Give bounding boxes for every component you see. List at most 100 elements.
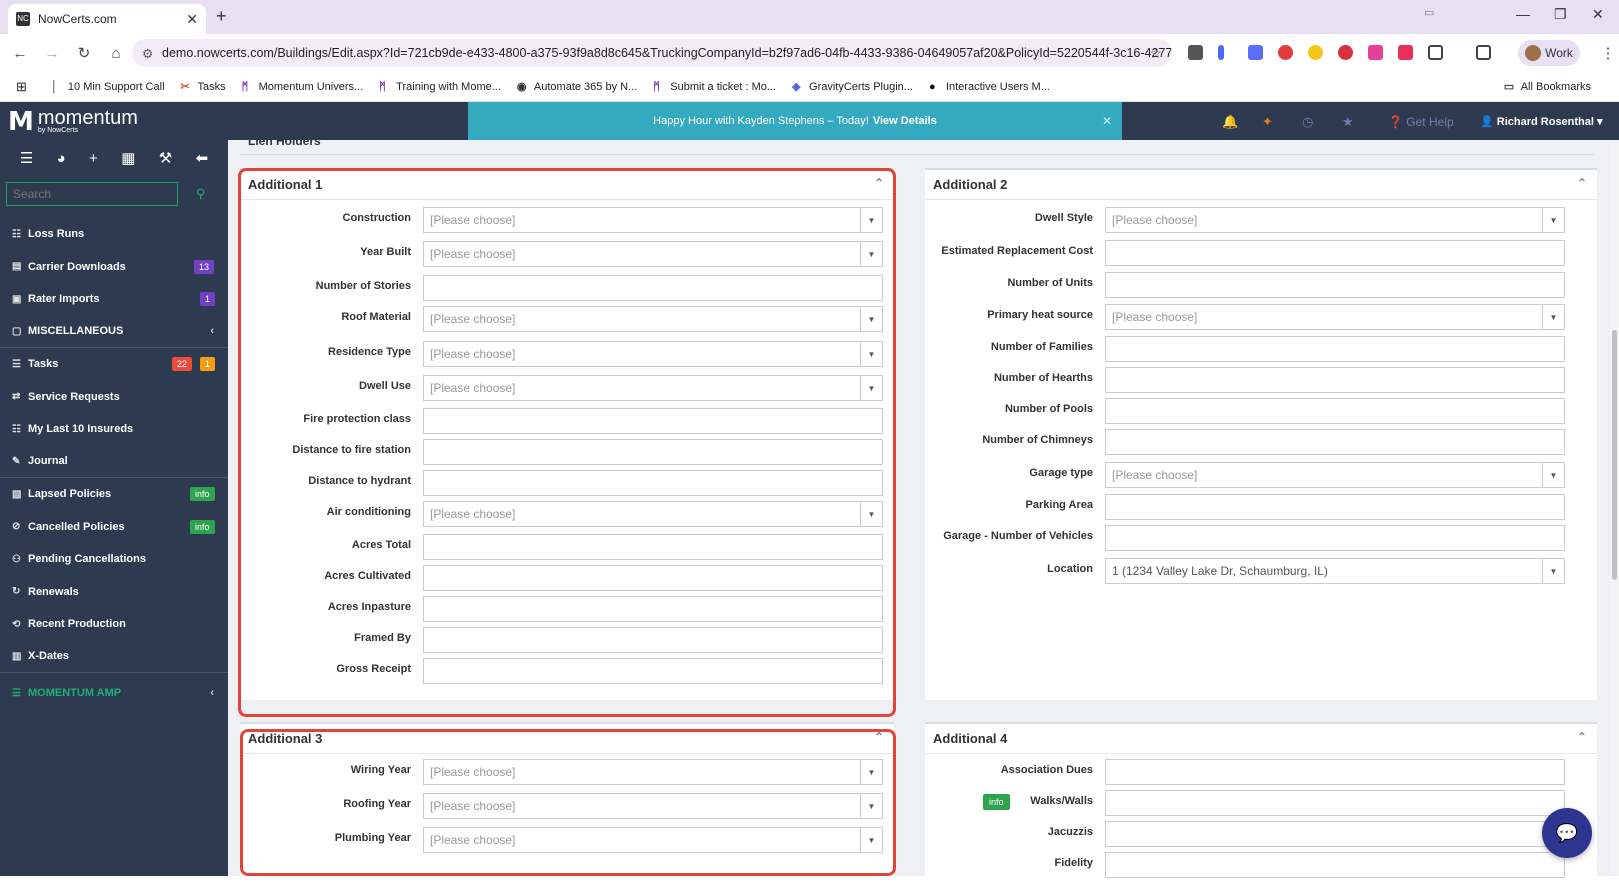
sidebar-item-cancelled-policies[interactable]: ⊘ Cancelled Policies info bbox=[0, 511, 228, 544]
year-built-select[interactable]: [Please choose] ▼ bbox=[423, 241, 883, 267]
roof-material-select[interactable]: [Please choose] ▼ bbox=[423, 306, 883, 332]
chevron-down-icon[interactable]: ▼ bbox=[860, 760, 882, 784]
construction-select[interactable]: [Please choose] ▼ bbox=[423, 207, 883, 233]
fidelity-input[interactable] bbox=[1105, 852, 1565, 878]
primary-heat-source-select[interactable]: [Please choose] ▼ bbox=[1105, 304, 1565, 330]
dwell-use-select[interactable]: [Please choose] ▼ bbox=[423, 375, 883, 401]
dashboard-icon[interactable]: ▦ bbox=[121, 149, 135, 167]
sidebar-item-my-last-10-insureds[interactable]: ☷ My Last 10 Insureds bbox=[0, 413, 228, 446]
chevron-down-icon[interactable]: ▼ bbox=[860, 208, 882, 232]
puzzle-icon[interactable] bbox=[1428, 45, 1443, 60]
chevron-down-icon[interactable]: ▼ bbox=[1542, 559, 1564, 583]
extension-icon[interactable] bbox=[1398, 45, 1413, 60]
search-input[interactable] bbox=[6, 182, 178, 206]
extension-icon[interactable] bbox=[1248, 45, 1263, 60]
sidebar-item-journal[interactable]: ✎ Journal bbox=[0, 446, 228, 478]
acres-cultivated-input[interactable] bbox=[423, 565, 883, 591]
magic-wand-icon[interactable]: ⚒ bbox=[159, 149, 172, 167]
close-tab-icon[interactable]: ✕ bbox=[186, 11, 198, 28]
bookmark-item[interactable]: ᛗ Training with Mome... bbox=[379, 81, 501, 93]
tab-search-icon[interactable]: ▭ bbox=[1424, 6, 1434, 19]
extension-icon[interactable] bbox=[1368, 45, 1383, 60]
clock-icon[interactable]: ◷ bbox=[1302, 114, 1313, 130]
search-icon[interactable]: ⚲ bbox=[196, 186, 206, 202]
bell-icon[interactable]: 🔔 bbox=[1222, 114, 1238, 130]
distance-to-fire-station-input[interactable] bbox=[423, 439, 883, 465]
chevron-down-icon[interactable]: ▼ bbox=[1542, 463, 1564, 487]
chevron-down-icon[interactable]: ▼ bbox=[860, 376, 882, 400]
restore-icon[interactable]: ❐ bbox=[1554, 6, 1567, 23]
back-icon[interactable]: ← bbox=[6, 45, 34, 62]
distance-to-hydrant-input[interactable] bbox=[423, 470, 883, 496]
hamburger-icon[interactable]: ☰ bbox=[20, 149, 33, 167]
association-dues-input[interactable] bbox=[1105, 759, 1565, 785]
sidebar-item-momentum-amp[interactable]: ☰ MOMENTUM AMP ‹ bbox=[0, 677, 228, 710]
close-banner-icon[interactable]: ✕ bbox=[1102, 114, 1112, 128]
chevron-down-icon[interactable]: ▼ bbox=[860, 307, 882, 331]
profile-button[interactable]: Work bbox=[1518, 40, 1580, 66]
chevron-up-icon[interactable]: ⌃ bbox=[874, 730, 884, 744]
bookmark-item[interactable]: ᛗ Submit a ticket : Mo... bbox=[653, 81, 776, 93]
scrollbar-thumb[interactable] bbox=[1612, 330, 1617, 580]
number-of-chimneys-input[interactable] bbox=[1105, 429, 1565, 455]
reload-icon[interactable]: ↻ bbox=[70, 44, 98, 62]
chevron-down-icon[interactable]: ▼ bbox=[860, 342, 882, 366]
number-of-units-input[interactable] bbox=[1105, 272, 1565, 298]
estimated-replacement-cost-input[interactable] bbox=[1105, 240, 1565, 266]
bookmark-star-icon[interactable]: ☆ bbox=[1149, 45, 1162, 62]
close-window-icon[interactable]: ✕ bbox=[1592, 6, 1604, 23]
sidebar-item-service-requests[interactable]: ⇄ Service Requests bbox=[0, 381, 228, 414]
chat-button[interactable]: 💬 bbox=[1542, 808, 1592, 858]
chevron-up-icon[interactable]: ⌃ bbox=[874, 176, 884, 190]
forward-icon[interactable]: → bbox=[38, 45, 66, 62]
chevron-down-icon[interactable]: ▼ bbox=[1542, 305, 1564, 329]
new-tab-icon[interactable]: + bbox=[216, 6, 227, 27]
chevron-up-icon[interactable]: ⌃ bbox=[1577, 176, 1587, 190]
minimize-icon[interactable]: — bbox=[1516, 6, 1530, 22]
extension-icon[interactable] bbox=[1338, 45, 1353, 60]
plumbing-year-select[interactable]: [Please choose] ▼ bbox=[423, 827, 883, 853]
garage-type-select[interactable]: [Please choose] ▼ bbox=[1105, 462, 1565, 488]
menu-icon[interactable]: ⋮ bbox=[1594, 44, 1619, 62]
bookmark-item[interactable]: ◉ Automate 365 by N... bbox=[517, 81, 637, 93]
sidebar-item-miscellaneous[interactable]: ▢ MISCELLANEOUS ‹ bbox=[0, 316, 228, 348]
garage-number-of-vehicles-input[interactable] bbox=[1105, 525, 1565, 551]
parking-area-input[interactable] bbox=[1105, 494, 1565, 520]
number-of-families-input[interactable] bbox=[1105, 336, 1565, 362]
all-bookmarks[interactable]: ▭ All Bookmarks bbox=[1504, 81, 1591, 93]
apps-grid-icon[interactable]: ⊞ bbox=[16, 79, 27, 95]
gross-receipt-input[interactable] bbox=[423, 658, 883, 684]
url-field[interactable]: ⚙ demo.nowcerts.com/Buildings/Edit.aspx?… bbox=[132, 39, 1172, 67]
chevron-down-icon[interactable]: ▼ bbox=[860, 828, 882, 852]
acres-total-input[interactable] bbox=[423, 534, 883, 560]
roofing-year-select[interactable]: [Please choose] ▼ bbox=[423, 793, 883, 819]
bookmark-item[interactable]: ✂ Tasks bbox=[181, 81, 226, 93]
sidebar-item-loss-runs[interactable]: ☷ Loss Runs bbox=[0, 218, 228, 251]
residence-type-select[interactable]: [Please choose] ▼ bbox=[423, 341, 883, 367]
arrow-left-icon[interactable]: ⬅ bbox=[196, 149, 209, 167]
sidebar-item-pending-cancellations[interactable]: ⚇ Pending Cancellations bbox=[0, 543, 228, 576]
get-help-button[interactable]: ❓ Get Help bbox=[1388, 115, 1454, 129]
sidebar-item-x-dates[interactable]: ▥ X-Dates bbox=[0, 641, 228, 673]
site-info-icon[interactable]: ⚙ bbox=[142, 46, 153, 61]
sidebar-item-tasks[interactable]: ☰ Tasks 22 1 bbox=[0, 348, 228, 381]
view-details-link[interactable]: View Details bbox=[873, 115, 937, 127]
chevron-up-icon[interactable]: ⌃ bbox=[1577, 730, 1587, 744]
page-scrollbar[interactable] bbox=[1610, 140, 1619, 876]
star-icon[interactable]: ★ bbox=[1342, 114, 1354, 130]
bookmark-item[interactable]: ● Interactive Users M... bbox=[929, 81, 1050, 93]
extension-icon[interactable] bbox=[1218, 45, 1224, 60]
sidebar-item-lapsed-policies[interactable]: ▧ Lapsed Policies info bbox=[0, 478, 228, 511]
extension-icon[interactable] bbox=[1278, 45, 1293, 60]
user-menu[interactable]: 👤 Richard Rosenthal ▾ bbox=[1480, 115, 1603, 128]
framed-by-input[interactable] bbox=[423, 627, 883, 653]
dwell-style-select[interactable]: [Please choose] ▼ bbox=[1105, 207, 1565, 233]
extension-icon[interactable] bbox=[1308, 45, 1323, 60]
fire-protection-class-input[interactable] bbox=[423, 408, 883, 434]
media-icon[interactable] bbox=[1476, 45, 1491, 60]
logo[interactable]: 𝗠 momentum by NowCerts bbox=[0, 102, 228, 140]
sidebar-item-rater-imports[interactable]: ▣ Rater Imports 1 bbox=[0, 283, 228, 316]
air-conditioning-select[interactable]: [Please choose] ▼ bbox=[423, 501, 883, 527]
plus-icon[interactable]: + bbox=[89, 150, 98, 167]
sidebar-item-carrier-downloads[interactable]: ▤ Carrier Downloads 13 bbox=[0, 251, 228, 284]
